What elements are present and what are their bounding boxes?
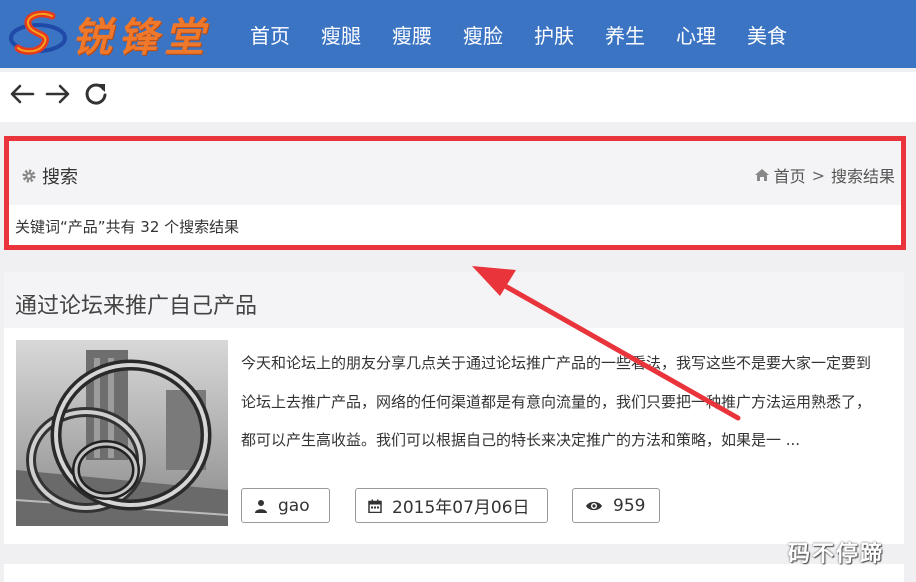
breadcrumb-current: 搜索结果 [830, 167, 895, 186]
browser-toolbar [0, 72, 916, 122]
back-button[interactable] [6, 77, 38, 111]
article-thumbnail[interactable] [16, 340, 228, 526]
gear-icon [22, 169, 36, 183]
user-icon [255, 499, 267, 513]
logo-s-icon [9, 10, 67, 55]
main-nav: 首页 瘦腿 瘦腰 瘦脸 护肤 养生 心理 美食 [250, 0, 818, 68]
nav-item-legs[interactable]: 瘦腿 [321, 20, 361, 49]
logo-text: 锐锋堂 [72, 14, 210, 61]
search-result-count: 关键词“产品”共有 32 个搜索结果 [15, 218, 240, 236]
nav-item-home[interactable]: 首页 [250, 20, 290, 49]
nav-item-psychology[interactable]: 心理 [676, 20, 716, 49]
sculpture-image [16, 340, 228, 526]
reload-icon [85, 83, 107, 105]
breadcrumb: 首页 > 搜索结果 [754, 163, 895, 187]
article-excerpt: 今天和论坛上的朋友分享几点关于通过论坛推广产品的一些看法，我写这些不是要大家一定… [241, 354, 872, 449]
date-badge: 2015年07月06日 [355, 488, 548, 523]
breadcrumb-separator: > [811, 165, 825, 185]
nav-item-skincare[interactable]: 护肤 [534, 20, 574, 49]
author-name: gao [278, 495, 310, 516]
views-badge: 959 [572, 488, 660, 523]
reload-button[interactable] [80, 77, 112, 111]
search-title: 搜索 [21, 163, 78, 189]
article-card: 通过论坛来推广自己产品 今天和论坛上的朋友分享几点关于通过论坛推广产品的一些看法… [4, 272, 904, 544]
top-nav-bar: 锐锋堂 首页 瘦腿 瘦腰 瘦脸 护肤 养生 心理 美食 [0, 0, 916, 68]
forward-button[interactable] [42, 77, 74, 111]
search-title-label: 搜索 [42, 167, 78, 188]
watermark: 码不停蹄 [788, 542, 885, 567]
nav-item-waist[interactable]: 瘦腰 [392, 20, 432, 49]
nav-item-face[interactable]: 瘦脸 [463, 20, 503, 49]
nav-item-health[interactable]: 养生 [605, 20, 645, 49]
next-article-card [4, 564, 904, 582]
calendar-icon [368, 499, 382, 513]
site-logo[interactable]: 锐锋堂 [8, 6, 233, 62]
author-badge[interactable]: gao [241, 488, 330, 523]
arrow-left-icon [10, 84, 35, 104]
breadcrumb-home-link[interactable]: 首页 [774, 163, 806, 187]
search-header-panel: 搜索 首页 > 搜索结果 关键词“产品”共有 32 个搜索结果 [4, 136, 906, 250]
article-title[interactable]: 通过论坛来推广自己产品 [15, 288, 257, 320]
article-card-header: 通过论坛来推广自己产品 [4, 272, 904, 328]
arrow-right-icon [45, 84, 70, 104]
search-panel-header: 搜索 首页 > 搜索结果 [9, 141, 901, 205]
home-icon [754, 169, 769, 181]
search-result-summary: 关键词“产品”共有 32 个搜索结果 [9, 205, 901, 245]
nav-item-food[interactable]: 美食 [747, 20, 787, 49]
view-count: 959 [613, 495, 646, 516]
post-date: 2015年07月06日 [392, 498, 530, 518]
eye-icon [586, 501, 602, 510]
